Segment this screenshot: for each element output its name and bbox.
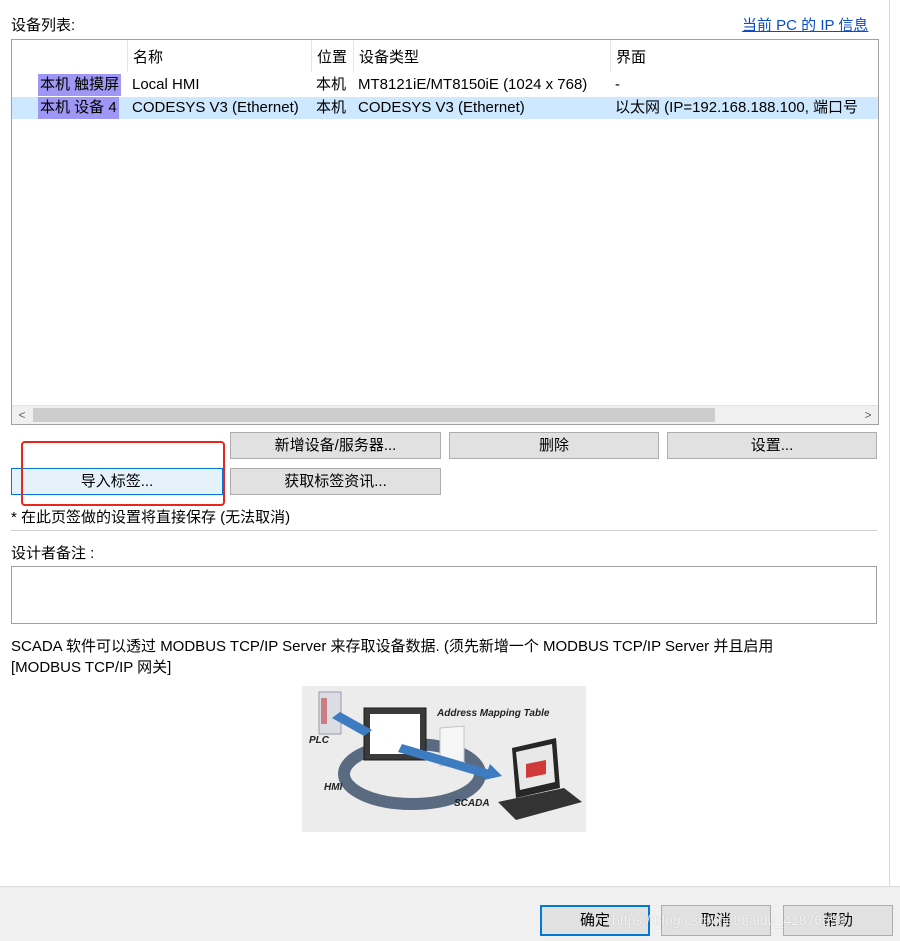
plc-module bbox=[321, 698, 327, 724]
device-list-label: 设备列表: bbox=[11, 17, 76, 34]
diagram-label-address-mapping: Address Mapping Table bbox=[437, 708, 550, 719]
delete-button[interactable]: 删除 bbox=[449, 432, 659, 459]
get-tag-info-button[interactable]: 获取标签资讯... bbox=[230, 468, 441, 495]
column-header-device-type[interactable]: 设备类型 bbox=[354, 40, 611, 72]
scada-modbus-diagram: Address Mapping Table PLC HMI SCADA bbox=[302, 686, 586, 832]
row-name-cell: Local HMI bbox=[132, 76, 200, 93]
column-header-name[interactable]: 名称 bbox=[128, 40, 312, 72]
ok-button[interactable]: 确定 bbox=[540, 905, 650, 936]
row-id-cell: 本机 设备 4 bbox=[38, 97, 119, 119]
add-device-button[interactable]: 新增设备/服务器... bbox=[230, 432, 441, 459]
column-header-location[interactable]: 位置 bbox=[312, 40, 354, 72]
autosave-note: * 在此页签做的设置将直接保存 (无法取消) bbox=[11, 509, 291, 526]
row-location-cell: 本机 bbox=[316, 99, 347, 116]
column-header-interface[interactable]: 界面 bbox=[611, 40, 878, 72]
import-tags-button[interactable]: 导入标签... bbox=[11, 468, 223, 495]
designer-notes-label: 设计者备注 : bbox=[11, 545, 95, 562]
scroll-right-icon[interactable]: > bbox=[859, 406, 877, 424]
table-row[interactable]: 本机 设备 4 CODESYS V3 (Ethernet) 本机 CODESYS… bbox=[12, 97, 878, 119]
window-right-border bbox=[889, 0, 890, 886]
help-button[interactable]: 帮助 bbox=[783, 905, 893, 936]
divider bbox=[11, 530, 877, 531]
scroll-left-icon[interactable]: < bbox=[13, 406, 31, 424]
row-type-cell: CODESYS V3 (Ethernet) bbox=[358, 99, 525, 116]
diagram-label-hmi: HMI bbox=[324, 782, 343, 793]
laptop-base bbox=[498, 788, 582, 820]
row-name-cell: CODESYS V3 (Ethernet) bbox=[132, 99, 299, 116]
table-row[interactable]: 本机 触摸屏 Local HMI 本机 MT8121iE/MT8150iE (1… bbox=[12, 74, 878, 96]
scada-description-line2: [MODBUS TCP/IP 网关] bbox=[11, 659, 172, 676]
row-id-cell: 本机 触摸屏 bbox=[38, 74, 122, 96]
row-type-cell: MT8121iE/MT8150iE (1024 x 768) bbox=[358, 76, 588, 93]
designer-notes-input[interactable] bbox=[11, 566, 877, 624]
diagram-label-plc: PLC bbox=[309, 735, 329, 746]
scrollbar-thumb[interactable] bbox=[33, 408, 715, 422]
device-list-table[interactable]: 名称 位置 设备类型 界面 本机 触摸屏 Local HMI 本机 MT8121… bbox=[11, 39, 879, 425]
diagram-label-scada: SCADA bbox=[454, 798, 490, 809]
settings-button[interactable]: 设置... bbox=[667, 432, 877, 459]
row-interface-cell: 以太网 (IP=192.168.188.100, 端口号 bbox=[615, 99, 859, 116]
scada-description-line1: SCADA 软件可以透过 MODBUS TCP/IP Server 来存取设备数… bbox=[11, 638, 774, 655]
column-header-id[interactable] bbox=[12, 40, 128, 72]
horizontal-scrollbar[interactable]: < > bbox=[12, 405, 878, 424]
pc-ip-info-link[interactable]: 当前 PC 的 IP 信息 bbox=[742, 14, 868, 35]
row-interface-cell: - bbox=[615, 76, 620, 93]
cancel-button[interactable]: 取消 bbox=[661, 905, 771, 936]
row-location-cell: 本机 bbox=[316, 76, 347, 93]
